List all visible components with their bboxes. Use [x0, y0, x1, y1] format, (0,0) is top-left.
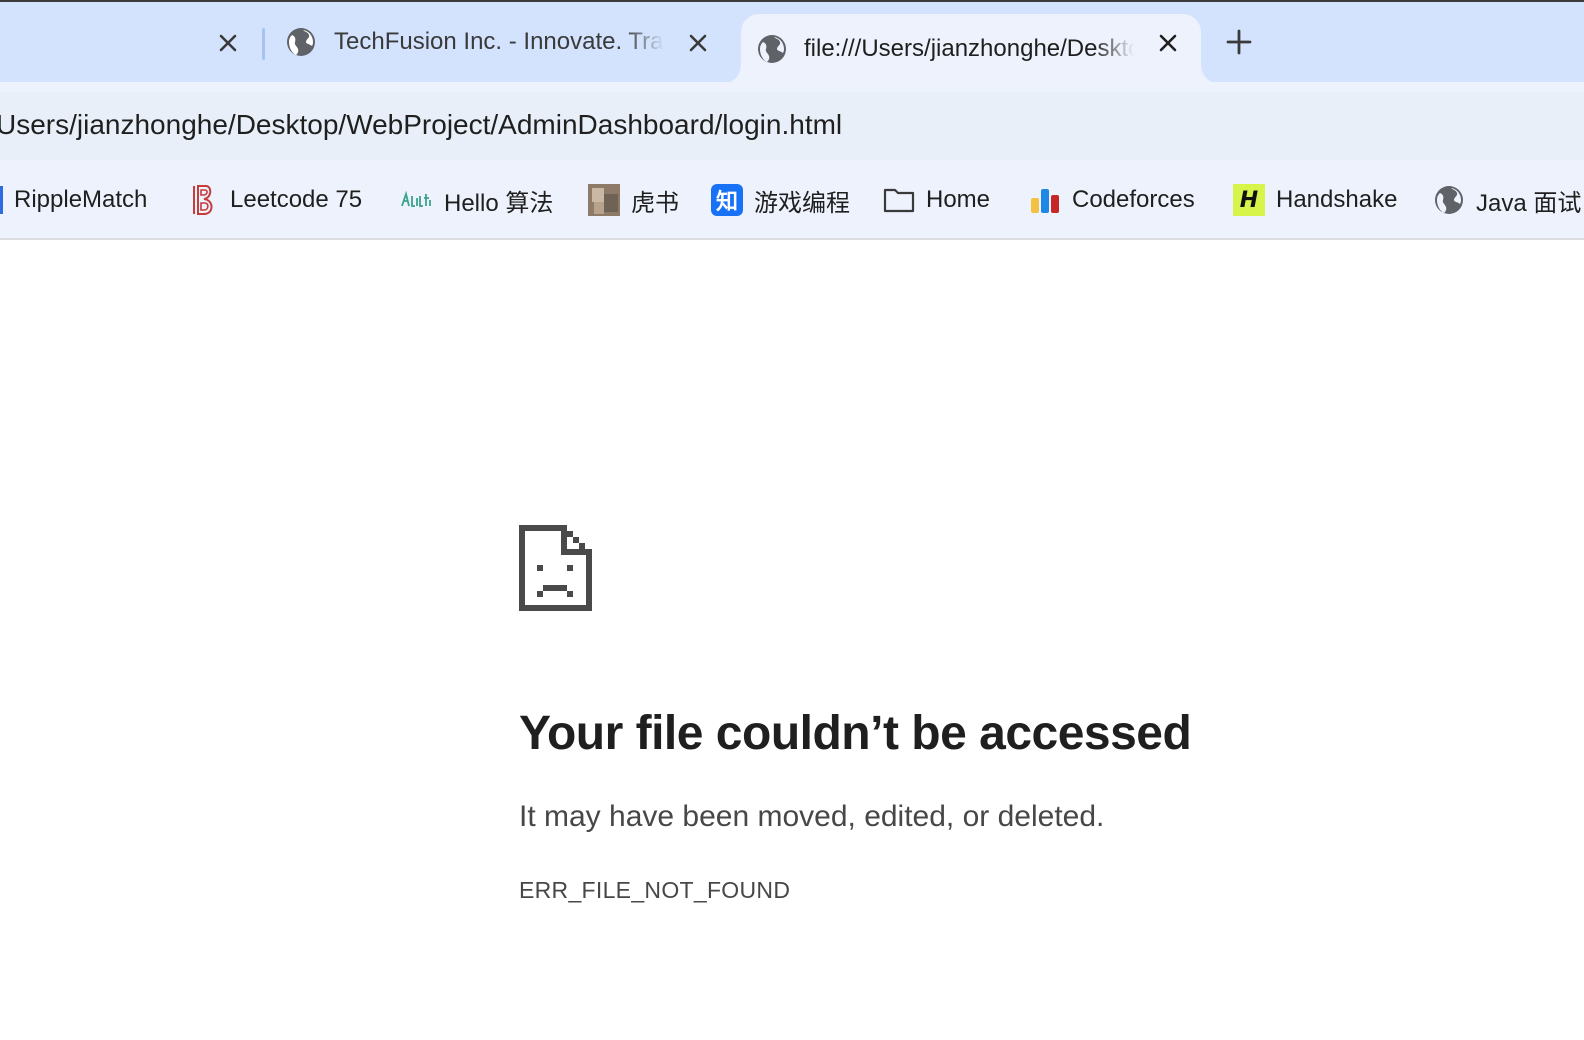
- globe-icon: [1432, 183, 1466, 217]
- tab-partial[interactable]: [0, 2, 250, 82]
- address-bar[interactable]: Users/jianzhonghe/Desktop/WebProject/Adm…: [0, 92, 1584, 160]
- url-text[interactable]: Users/jianzhonghe/Desktop/WebProject/Adm…: [0, 109, 842, 141]
- bookmark-zhihu-games[interactable]: 知 游戏编程: [710, 182, 850, 218]
- handshake-icon: H: [1232, 183, 1266, 217]
- ripplematch-icon: [0, 186, 3, 214]
- bookmark-label: Hello 算法: [444, 189, 554, 217]
- bookmark-label: Codeforces: [1072, 186, 1195, 213]
- zhihu-icon-glyph: 知: [711, 184, 743, 216]
- bookmark-leetcode[interactable]: Leetcode 75: [186, 182, 362, 218]
- close-icon[interactable]: [217, 32, 239, 54]
- globe-icon: [287, 28, 315, 56]
- tab-strip: TechFusion Inc. - Innovate. Transform. f…: [0, 0, 1584, 84]
- tab-title: file:///Users/jianzhonghe/Desktop/WebPro…: [804, 35, 1134, 62]
- bookmark-java-interview[interactable]: Java 面试: [1432, 182, 1581, 218]
- zhihu-icon: 知: [710, 183, 744, 217]
- bookmark-label: Home: [926, 186, 991, 213]
- leetcode-b-icon: [186, 183, 220, 217]
- bookmark-label: Handshake: [1276, 186, 1398, 213]
- bookmark-label: 虎书: [631, 189, 679, 217]
- bookmark-hello-algo[interactable]: Hello 算法: [400, 182, 553, 218]
- bookmark-label: Java 面试: [1476, 189, 1582, 217]
- hello-algo-icon: [400, 183, 434, 217]
- tab-active-file[interactable]: file:///Users/jianzhonghe/Desktop/WebPro…: [723, 14, 1219, 84]
- toolbar: Users/jianzhonghe/Desktop/WebProject/Adm…: [0, 82, 1584, 160]
- close-icon[interactable]: [1157, 32, 1179, 54]
- globe-icon: [758, 35, 786, 63]
- codeforces-icon: [1028, 183, 1062, 217]
- handshake-icon-glyph: H: [1233, 184, 1265, 216]
- error-subtitle: It may have been moved, edited, or delet…: [519, 800, 1105, 833]
- error-code: ERR_FILE_NOT_FOUND: [519, 877, 791, 903]
- bookmark-home[interactable]: Home: [882, 182, 990, 218]
- folder-icon: [882, 183, 916, 217]
- bookmark-label: 游戏编程: [754, 189, 850, 217]
- page-content: Your file couldn’t be accessed It may ha…: [0, 240, 1584, 1040]
- bookmark-hushu[interactable]: 虎书: [587, 182, 679, 218]
- bookmarks-bar: RippleMatch Leetcode 75 Hello 算法 虎书 知 游戏…: [0, 160, 1584, 240]
- tab-title: TechFusion Inc. - Innovate. Transform.: [334, 28, 664, 55]
- bookmark-ripplematch[interactable]: RippleMatch: [0, 182, 147, 218]
- sad-file-icon: [519, 525, 592, 611]
- plus-icon[interactable]: [1226, 29, 1252, 55]
- error-title: Your file couldn’t be accessed: [519, 707, 1192, 760]
- tab-separator: [262, 28, 265, 60]
- bookmark-label: Leetcode 75: [230, 186, 363, 213]
- close-icon[interactable]: [687, 32, 709, 54]
- bookmark-label: RippleMatch: [14, 186, 148, 213]
- photo-thumbnail-icon: [587, 183, 621, 217]
- tab-techfusion[interactable]: TechFusion Inc. - Innovate. Transform.: [286, 2, 726, 82]
- bookmark-handshake[interactable]: H Handshake: [1232, 182, 1397, 218]
- bookmark-codeforces[interactable]: Codeforces: [1028, 182, 1195, 218]
